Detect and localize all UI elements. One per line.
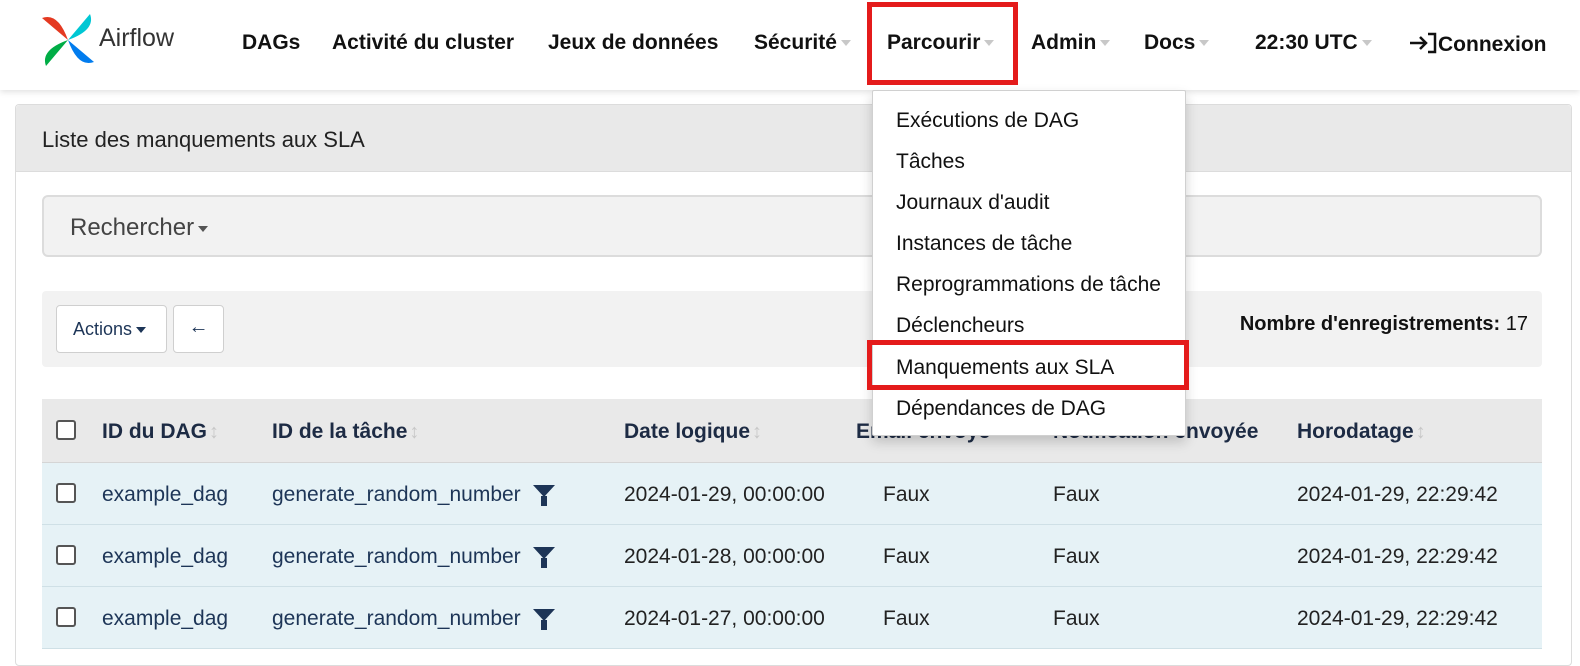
menu-item-tasks[interactable]: Tâches <box>896 150 965 174</box>
nav-cluster-activity[interactable]: Activité du cluster <box>332 31 514 55</box>
logical-date-cell: 2024-01-27, 00:00:00 <box>624 607 825 630</box>
notification-sent-cell: Faux <box>1053 607 1100 630</box>
top-navbar: Airflow DAGs Activité du cluster Jeux de… <box>0 0 1580 90</box>
task-id-cell: generate_random_number <box>272 607 555 631</box>
actions-label: Actions <box>73 319 133 339</box>
task-id-cell: generate_random_number <box>272 483 555 507</box>
row-checkbox[interactable] <box>56 607 76 627</box>
brand-name[interactable]: Airflow <box>99 24 174 53</box>
column-timestamp-label: Horodatage <box>1297 420 1414 443</box>
email-sent-cell: Faux <box>883 483 930 506</box>
nav-datasets[interactable]: Jeux de données <box>548 31 718 55</box>
column-header-task-id[interactable]: ID de la tâche ↕ <box>272 420 419 444</box>
chevron-down-icon <box>984 40 995 47</box>
column-dag-id-label: ID du DAG <box>102 420 207 443</box>
nav-browse[interactable]: Parcourir <box>887 31 995 55</box>
select-all-checkbox[interactable] <box>56 420 76 440</box>
filter-icon[interactable] <box>532 547 555 569</box>
logical-date-cell: 2024-01-29, 00:00:00 <box>624 483 825 506</box>
notification-sent-cell: Faux <box>1053 483 1100 506</box>
nav-security-label: Sécurité <box>754 31 837 54</box>
menu-item-dag-dependencies[interactable]: Dépendances de DAG <box>896 397 1106 421</box>
filter-icon[interactable] <box>532 609 555 631</box>
search-bar[interactable]: Rechercher <box>42 195 1542 257</box>
browse-dropdown-menu: Exécutions de DAG Tâches Journaux d'audi… <box>872 90 1186 436</box>
dag-id-link[interactable]: example_dag <box>102 607 228 631</box>
task-id-cell: generate_random_number <box>272 545 555 569</box>
sort-icon: ↕ <box>752 421 763 443</box>
login-icon <box>1410 32 1437 54</box>
back-button[interactable]: ← <box>173 305 224 353</box>
record-count-value: 17 <box>1505 313 1528 335</box>
menu-item-sla-misses[interactable]: Manquements aux SLA <box>896 356 1114 380</box>
column-task-id-label: ID de la tâche <box>272 420 408 443</box>
nav-time-label: 22:30 UTC <box>1255 31 1358 54</box>
chevron-down-icon <box>136 327 147 334</box>
logical-date-cell: 2024-01-28, 00:00:00 <box>624 545 825 568</box>
menu-item-task-instances[interactable]: Instances de tâche <box>896 232 1072 256</box>
table-row: example_dag generate_random_number 2024-… <box>42 525 1542 587</box>
nav-security[interactable]: Sécurité <box>754 31 851 55</box>
row-checkbox[interactable] <box>56 483 76 503</box>
sla-misses-panel: Liste des manquements aux SLA Rechercher… <box>15 104 1572 666</box>
sort-icon: ↕ <box>209 421 219 443</box>
nav-dags[interactable]: DAGs <box>242 31 300 55</box>
chevron-down-icon <box>1199 40 1210 47</box>
actions-button[interactable]: Actions <box>56 305 167 353</box>
email-sent-cell: Faux <box>883 607 930 630</box>
task-id-link[interactable]: generate_random_number <box>272 607 521 630</box>
dag-id-link[interactable]: example_dag <box>102 483 228 507</box>
search-label: Rechercher <box>70 214 195 241</box>
chevron-down-icon <box>1361 40 1372 47</box>
email-sent-cell: Faux <box>883 545 930 568</box>
nav-login[interactable]: Connexion <box>1408 31 1547 57</box>
table-row: example_dag generate_random_number 2024-… <box>42 463 1542 525</box>
sla-misses-table: ID du DAG ↕ ID de la tâche ↕ Date logique ↕… <box>42 399 1542 649</box>
nav-admin-label: Admin <box>1031 31 1097 54</box>
nav-admin[interactable]: Admin <box>1031 31 1111 55</box>
timestamp-cell: 2024-01-29, 22:29:42 <box>1297 607 1498 630</box>
menu-item-triggers[interactable]: Déclencheurs <box>896 314 1024 338</box>
chevron-down-icon <box>840 40 851 47</box>
timestamp-cell: 2024-01-29, 22:29:42 <box>1297 545 1498 568</box>
nav-time[interactable]: 22:30 UTC <box>1255 31 1372 55</box>
page-title: Liste des manquements aux SLA <box>42 127 365 152</box>
airflow-logo-icon[interactable] <box>38 10 98 70</box>
record-count: Nombre d'enregistrements: 17 <box>1240 313 1528 336</box>
nav-docs-label: Docs <box>1144 31 1196 54</box>
timestamp-cell: 2024-01-29, 22:29:42 <box>1297 483 1498 506</box>
nav-login-label: Connexion <box>1438 33 1547 56</box>
nav-docs[interactable]: Docs <box>1144 31 1210 55</box>
column-header-timestamp[interactable]: Horodatage ↕ <box>1297 420 1426 444</box>
notification-sent-cell: Faux <box>1053 545 1100 568</box>
menu-item-task-reschedules[interactable]: Reprogrammations de tâche <box>896 273 1161 297</box>
table-row: example_dag generate_random_number 2024-… <box>42 587 1542 649</box>
menu-item-audit-logs[interactable]: Journaux d'audit <box>896 191 1049 215</box>
task-id-link[interactable]: generate_random_number <box>272 545 521 568</box>
action-bar: Actions ← Nombre d'enregistrements: 17 <box>42 291 1542 367</box>
arrow-left-icon: ← <box>188 316 209 338</box>
chevron-down-icon <box>1100 40 1111 47</box>
column-header-logical-date[interactable]: Date logique ↕ <box>624 420 762 444</box>
search-dropdown[interactable]: Rechercher <box>70 214 209 242</box>
menu-item-dag-runs[interactable]: Exécutions de DAG <box>896 109 1079 133</box>
dag-id-link[interactable]: example_dag <box>102 545 228 569</box>
filter-icon[interactable] <box>532 485 555 507</box>
column-header-dag-id[interactable]: ID du DAG ↕ <box>102 420 219 444</box>
row-checkbox[interactable] <box>56 545 76 565</box>
nav-browse-label: Parcourir <box>887 31 981 54</box>
record-count-label: Nombre d'enregistrements: <box>1239 313 1501 335</box>
column-logical-date-label: Date logique <box>624 420 751 443</box>
sort-icon: ↕ <box>409 421 420 443</box>
chevron-down-icon <box>198 225 209 232</box>
sort-icon: ↕ <box>1415 421 1426 443</box>
task-id-link[interactable]: generate_random_number <box>272 483 521 506</box>
table-header: ID du DAG ↕ ID de la tâche ↕ Date logique ↕… <box>42 399 1542 463</box>
